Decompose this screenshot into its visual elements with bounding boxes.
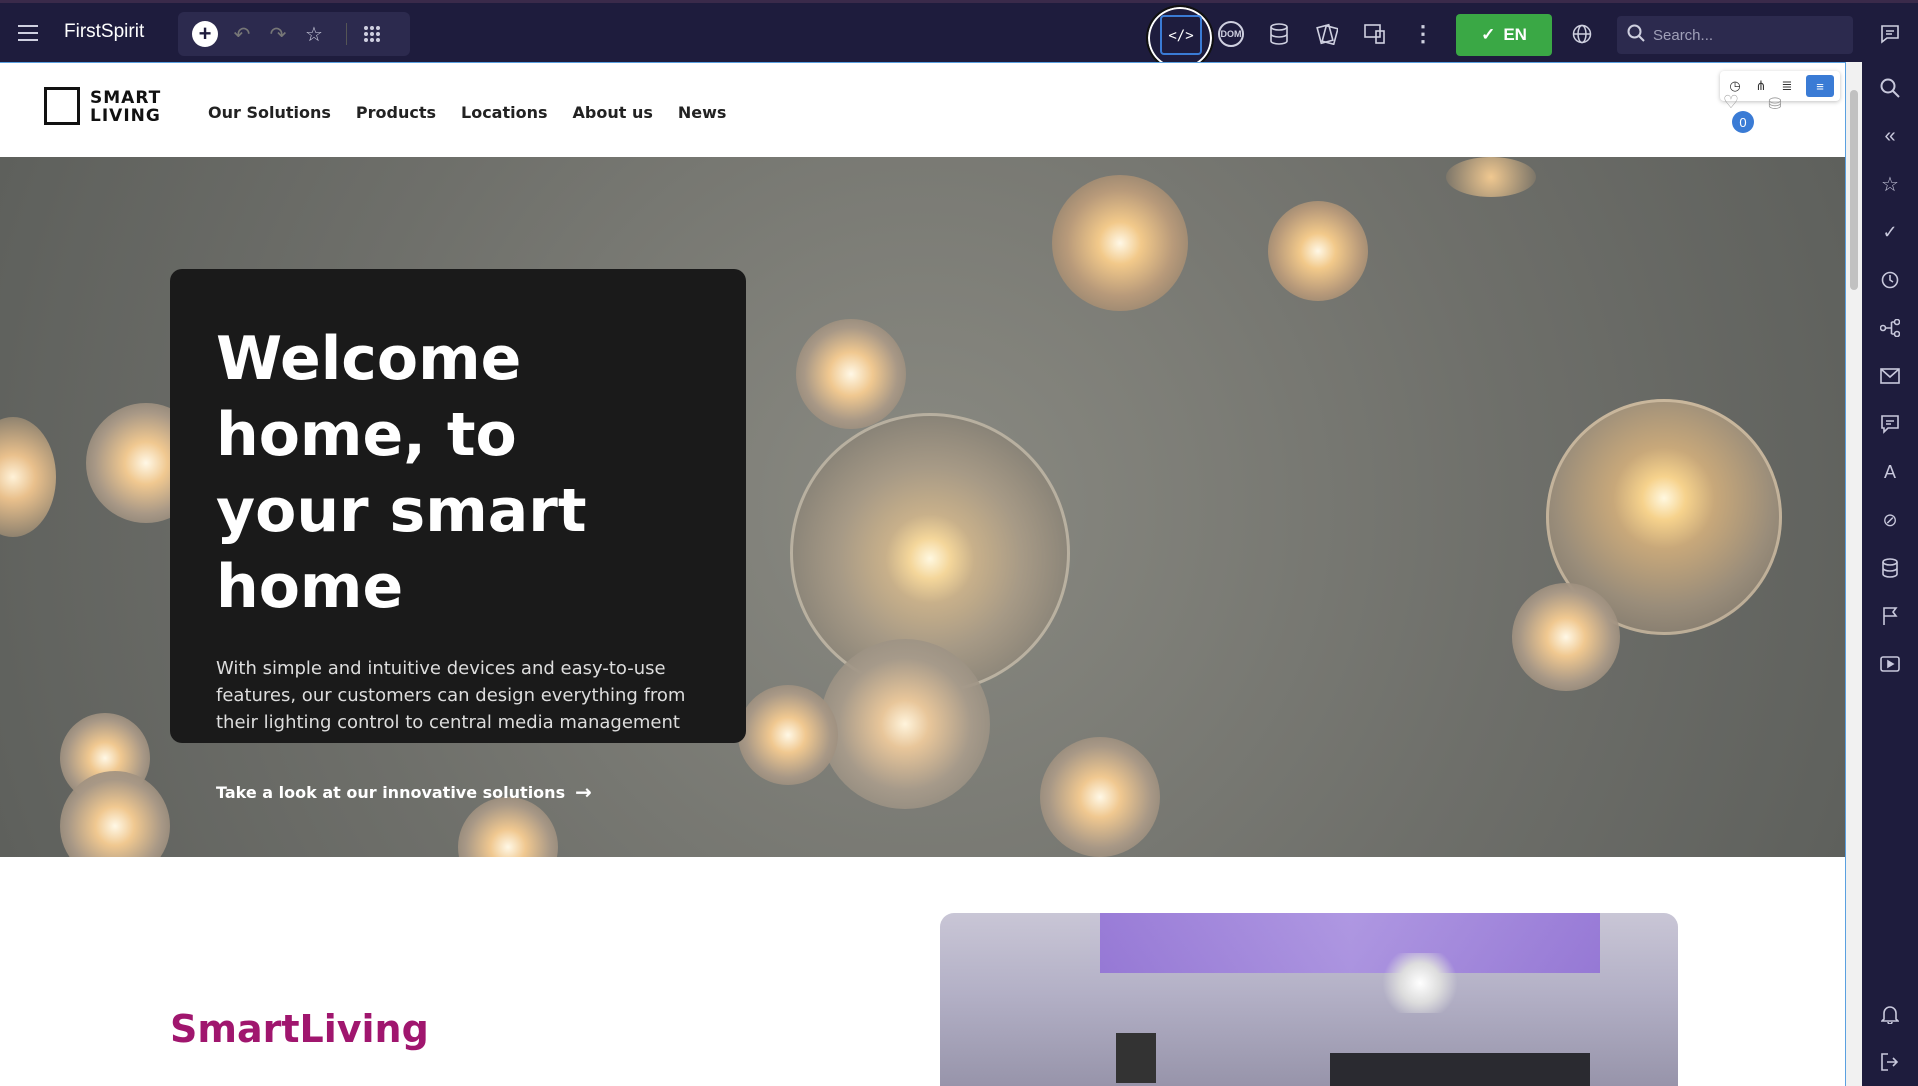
chat-icon[interactable] <box>1878 412 1902 436</box>
database-icon[interactable] <box>1266 21 1292 47</box>
section-title: SmartLiving <box>170 1007 429 1051</box>
share-tree-icon[interactable] <box>1878 316 1902 340</box>
arrow-right-icon: → <box>575 780 592 804</box>
preview-scrollbar[interactable] <box>1846 62 1862 1086</box>
translate-icon[interactable]: A <box>1878 460 1902 484</box>
check-icon[interactable]: ✓ <box>1878 220 1902 244</box>
clock-icon[interactable] <box>1878 268 1902 292</box>
add-icon[interactable]: + <box>192 21 218 47</box>
search-icon[interactable] <box>1878 76 1902 100</box>
mail-icon[interactable] <box>1878 364 1902 388</box>
hero-cta-link[interactable]: Take a look at our innovative solutions … <box>216 780 700 804</box>
redo-icon[interactable]: ↷ <box>266 22 290 46</box>
star-icon[interactable]: ☆ <box>302 22 326 46</box>
pages-icon[interactable] <box>1314 21 1340 47</box>
edit-toolgroup: + ↶ ↷ ☆ <box>178 12 410 56</box>
intro-section: SmartLiving <box>0 857 1845 1086</box>
menu-icon[interactable] <box>16 21 40 45</box>
edit-section-icon[interactable]: ≡ <box>1806 75 1834 97</box>
flag-icon[interactable] <box>1878 604 1902 628</box>
star-icon[interactable]: ☆ <box>1878 172 1902 196</box>
check-icon: ✓ <box>1481 25 1496 44</box>
dom-label: DOM <box>1220 29 1242 39</box>
nav-products[interactable]: Products <box>356 103 436 122</box>
logo-text: SMART LIVING <box>90 89 161 125</box>
nav-our-solutions[interactable]: Our Solutions <box>208 103 331 122</box>
website-preview: SMART LIVING Our Solutions Products Loca… <box>0 62 1846 1086</box>
hero-cta-label: Take a look at our innovative solutions <box>216 782 566 802</box>
more-vertical-icon[interactable]: ⋮ <box>1410 21 1436 47</box>
globe-icon[interactable] <box>1570 22 1594 46</box>
main-nav: Our Solutions Products Locations About u… <box>208 103 726 122</box>
logo-line2: LIVING <box>90 106 161 126</box>
hero-section: Welcome home, to your smart home With si… <box>0 157 1845 857</box>
cart-count-badge: 0 <box>1732 111 1754 133</box>
logout-icon[interactable] <box>1878 1050 1902 1074</box>
living-room-image <box>940 913 1678 1086</box>
language-label: EN <box>1503 25 1527 44</box>
play-icon[interactable] <box>1878 652 1902 676</box>
language-release-button[interactable]: ✓ EN <box>1456 14 1552 56</box>
logo-house-icon <box>44 87 80 125</box>
logo-line1: SMART <box>90 88 162 108</box>
bookmark-icon[interactable]: ⊘ <box>1878 508 1902 532</box>
nav-locations[interactable]: Locations <box>461 103 548 122</box>
hero-card: Welcome home, to your smart home With si… <box>170 269 746 804</box>
site-header: SMART LIVING Our Solutions Products Loca… <box>0 63 1845 157</box>
bell-icon[interactable] <box>1878 1002 1902 1026</box>
code-view-button[interactable]: </> <box>1160 15 1202 55</box>
cart-icon[interactable]: ⛁ <box>1764 93 1786 115</box>
apps-grid-icon[interactable] <box>360 22 384 46</box>
scrollbar-thumb[interactable] <box>1850 90 1858 290</box>
toolbar-divider <box>346 23 347 45</box>
smart-living-logo[interactable]: SMART LIVING <box>44 85 164 127</box>
dom-icon[interactable]: DOM <box>1218 21 1244 47</box>
code-view-icon: </> <box>1168 28 1194 44</box>
hero-text: With simple and intuitive devices and ea… <box>216 658 686 733</box>
search-box <box>1617 16 1853 54</box>
app-brand: FirstSpirit <box>64 21 145 42</box>
comment-icon[interactable] <box>1878 22 1902 46</box>
hero-title: Welcome home, to your smart home <box>216 324 587 622</box>
collapse-icon[interactable]: « <box>1878 124 1902 148</box>
nav-about-us[interactable]: About us <box>573 103 653 122</box>
search-input[interactable] <box>1653 26 1843 44</box>
undo-icon[interactable]: ↶ <box>230 22 254 46</box>
devices-icon[interactable] <box>1362 21 1388 47</box>
right-sidebar: « ☆ ✓ A ⊘ <box>1862 62 1918 1086</box>
search-icon <box>1627 24 1645 47</box>
database-icon[interactable] <box>1878 556 1902 580</box>
wishlist-icon[interactable]: ♡ <box>1720 91 1742 113</box>
top-toolbar: FirstSpirit + ↶ ↷ ☆ </> DOM ⋮ ✓ EN <box>0 0 1918 71</box>
nav-news[interactable]: News <box>678 103 727 122</box>
